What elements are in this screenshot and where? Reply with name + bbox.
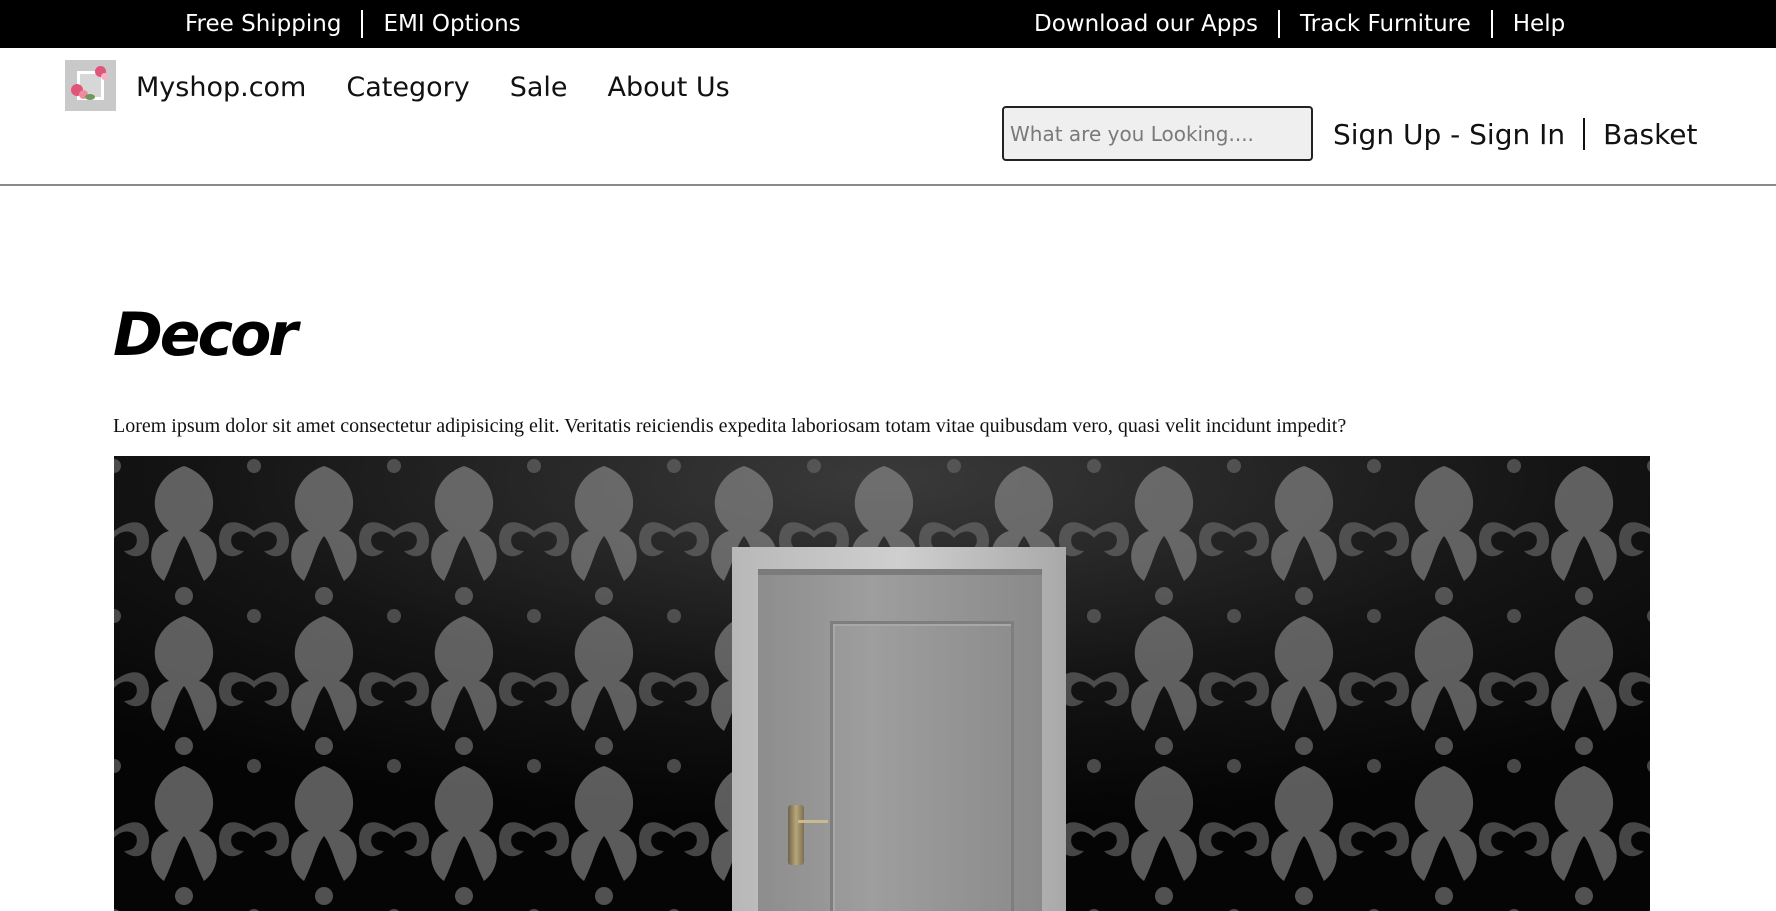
track-furniture-link[interactable]: Track Furniture xyxy=(1300,11,1471,37)
door-lever-icon xyxy=(798,820,828,823)
free-shipping-link[interactable]: Free Shipping xyxy=(185,11,341,37)
help-link[interactable]: Help xyxy=(1513,11,1565,37)
divider xyxy=(1583,118,1586,150)
page-title: Decor xyxy=(113,300,298,370)
door-panel xyxy=(830,621,1014,911)
door-handle-icon xyxy=(788,805,804,865)
primary-nav: Myshop.com Category Sale About Us xyxy=(136,63,770,111)
page-description: Lorem ipsum dolor sit amet consectetur a… xyxy=(113,415,1347,437)
sign-in-link[interactable]: Sign Up - Sign In xyxy=(1333,118,1565,151)
logo-leaf-icon xyxy=(85,94,95,100)
divider xyxy=(361,10,364,38)
download-apps-link[interactable]: Download our Apps xyxy=(1034,11,1258,37)
emi-options-link[interactable]: EMI Options xyxy=(383,11,520,37)
nav-category[interactable]: Category xyxy=(346,72,469,103)
top-utility-bar: Free Shipping EMI Options Download our A… xyxy=(0,0,1776,48)
nav-sale[interactable]: Sale xyxy=(510,72,568,103)
divider xyxy=(1277,10,1280,38)
basket-link[interactable]: Basket xyxy=(1603,118,1697,151)
top-left-links: Free Shipping EMI Options xyxy=(185,0,521,48)
hero-image xyxy=(114,456,1650,911)
divider xyxy=(1490,10,1493,38)
search-input[interactable] xyxy=(1002,106,1313,161)
brand-link[interactable]: Myshop.com xyxy=(136,72,306,103)
top-right-links: Download our Apps Track Furniture Help xyxy=(1034,0,1565,48)
nav-about-us[interactable]: About Us xyxy=(608,72,730,103)
door xyxy=(758,569,1042,911)
account-links: Sign Up - Sign In Basket xyxy=(1333,110,1698,158)
shop-logo[interactable] xyxy=(65,60,116,111)
logo-flower-icon xyxy=(101,73,108,80)
